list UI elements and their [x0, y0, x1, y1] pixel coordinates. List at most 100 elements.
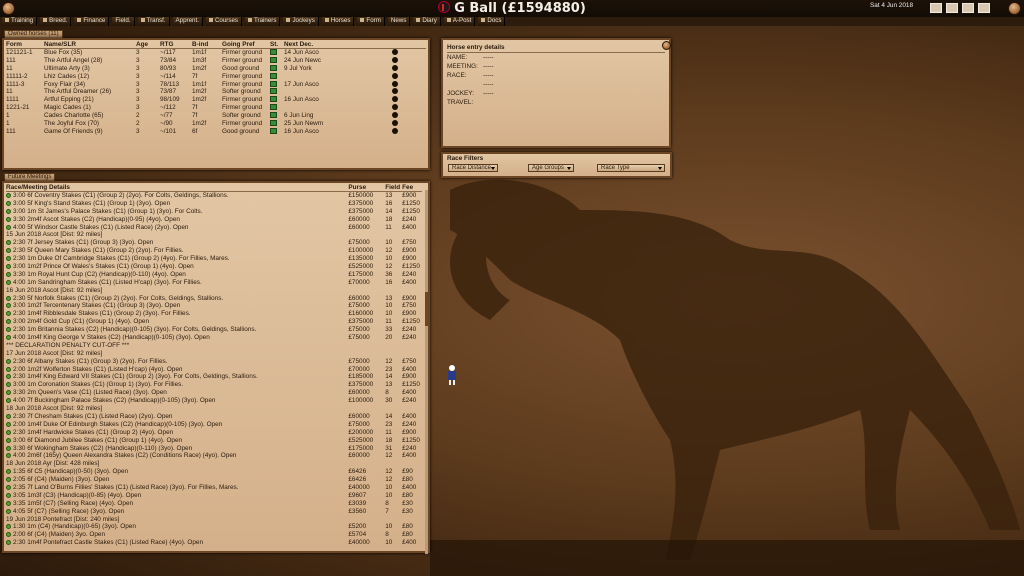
col-fee[interactable]: Fee	[402, 184, 422, 191]
nav-courses[interactable]: Courses	[205, 17, 242, 26]
age-groups-dropdown[interactable]: Age Groups	[528, 164, 574, 172]
enter-race-icon[interactable]	[6, 398, 11, 404]
race-row[interactable]: 3:00 1m2f Tercentenary Stakes (C1) (Grou…	[6, 302, 422, 310]
race-row[interactable]: 2:30 1m Britannia Stakes (C2) (Handicap)…	[6, 326, 422, 334]
silks-icon[interactable]	[392, 112, 398, 119]
race-row[interactable]: 4:00 1m Sandringham Stakes (C1) (Listed …	[6, 279, 422, 287]
enter-race-icon[interactable]	[6, 335, 11, 341]
tray-icon-4[interactable]	[978, 3, 990, 13]
owned-row[interactable]: 11 Ultimate Arty (3) 3 80/93 1m2f Good ground…	[6, 64, 426, 73]
race-row[interactable]: 3:00 6f Coventry Stakes (C1) (Group 2) (…	[6, 192, 422, 200]
enter-race-icon[interactable]	[6, 540, 11, 546]
race-row[interactable]: 3:00 1m Coronation Stakes (C1) (Group 1)…	[6, 381, 422, 389]
future-meetings-tab[interactable]: Future Meetings	[4, 173, 56, 181]
tray-icon-3[interactable]	[962, 3, 974, 13]
enter-race-icon[interactable]	[6, 358, 11, 364]
owned-row[interactable]: 1111-3 Foxy Flair (34) 3 78/113 1m1f Firmer g…	[6, 80, 426, 89]
race-row[interactable]: 2:30 7f Chesham Stakes (C1) (Listed Race…	[6, 413, 422, 421]
race-row[interactable]: 2:00 1m2f Wolferton Stakes (C1) (Listed …	[6, 366, 422, 374]
race-row[interactable]: 3:00 2m4f Gold Cup (C1) (Group 1) (4yo).…	[6, 318, 422, 326]
nav-field[interactable]: Field.	[112, 17, 135, 26]
nav-apost[interactable]: A-Post	[443, 17, 476, 26]
enter-race-icon[interactable]	[6, 366, 11, 372]
enter-race-icon[interactable]	[6, 224, 11, 230]
race-row[interactable]: 2:30 6f Albany Stakes (C1) (Group 3) (2y…	[6, 358, 422, 366]
race-row[interactable]: 2:30 1m4f Ribblesdale Stakes (C1) (Group…	[6, 310, 422, 318]
race-row[interactable]: 2:30 1m4f Hardwicke Stakes (C1) (Group 2…	[6, 429, 422, 437]
nav-apprent[interactable]: Apprent.	[172, 17, 203, 26]
nav-trainers[interactable]: Trainers	[244, 17, 281, 26]
col-field[interactable]: Field	[385, 184, 402, 191]
enter-race-icon[interactable]	[6, 477, 11, 483]
race-row[interactable]: 3:05 1m3f (C3) (Handicap)(0-85) (4yo). O…	[6, 492, 422, 500]
silks-icon[interactable]	[392, 64, 398, 71]
enter-race-icon[interactable]	[6, 216, 11, 222]
race-row[interactable]: 4:00 7f Buckingham Palace Stakes (C2) (H…	[6, 397, 422, 405]
nav-form[interactable]: Form	[357, 17, 385, 26]
col-age[interactable]: Age	[136, 41, 160, 48]
race-distance-dropdown[interactable]: Race Distance	[448, 164, 498, 172]
owned-row[interactable]: 121121-1 Blue Fox (35) 3 ~/117 1m1f Firmer gr…	[6, 49, 426, 57]
col-purse[interactable]: Purse	[348, 184, 385, 191]
enter-race-icon[interactable]	[6, 413, 11, 419]
race-row[interactable]: 1:35 6f C5 (Handicap)(0-50) (3yo). Open £…	[6, 468, 422, 476]
silks-icon[interactable]	[392, 127, 398, 134]
enter-race-icon[interactable]	[6, 303, 11, 309]
col-name[interactable]: Name/SLR	[44, 41, 136, 48]
close-entry-button[interactable]	[662, 41, 671, 50]
future-scrollbar[interactable]	[425, 190, 428, 554]
nav-finance[interactable]: Finance	[74, 17, 110, 26]
enter-race-icon[interactable]	[6, 524, 11, 530]
race-type-dropdown[interactable]: Race Type	[597, 164, 665, 172]
enter-race-icon[interactable]	[6, 508, 11, 514]
race-row[interactable]: 4:00 1m4f King George V Stakes (C2) (Han…	[6, 334, 422, 342]
race-row[interactable]: 3:00 1m2f Prince Of Wales's Stakes (C1) …	[6, 263, 422, 271]
nav-transf[interactable]: Transf.	[137, 17, 170, 26]
options-button[interactable]	[1008, 2, 1021, 15]
col-bind[interactable]: B-ind	[192, 41, 222, 48]
nav-breed[interactable]: Breed.	[40, 17, 72, 26]
race-row[interactable]: 1:30 1m (C4) (Handicap)(0-65) (3yo). Ope…	[6, 523, 422, 531]
silks-icon[interactable]	[392, 88, 398, 95]
col-rtg[interactable]: RTG	[160, 41, 192, 48]
tray-icon-1[interactable]	[930, 3, 942, 13]
col-going[interactable]: Going Pref	[222, 41, 270, 48]
owned-row[interactable]: 11111-2 Lhiz Cades (12) 3 ~/114 7f Firmer gro…	[6, 72, 426, 81]
owned-row[interactable]: 111 Game Of Friends (9) 3 ~/101 6f Good groun…	[6, 127, 426, 136]
owned-row[interactable]: 1221-21 Magic Cades (1) 3 ~/112 7f Firmer gro…	[6, 104, 426, 112]
col-nextdec[interactable]: Next Dec.	[284, 41, 404, 48]
silks-icon[interactable]	[392, 96, 398, 103]
nav-news[interactable]: News	[387, 17, 411, 26]
race-row[interactable]: 3:00 1m St James's Palace Stakes (C1) (G…	[6, 208, 422, 216]
enter-race-icon[interactable]	[6, 469, 11, 475]
enter-race-icon[interactable]	[6, 200, 11, 206]
race-row[interactable]: 3:30 6f Wokingham Stakes (C2) (Handicap)…	[6, 445, 422, 453]
enter-race-icon[interactable]	[6, 390, 11, 396]
enter-race-icon[interactable]	[6, 382, 11, 388]
owned-row[interactable]: 111 The Artful Angel (28) 3 73/84 1m3f Firmer…	[6, 56, 426, 65]
nav-docs[interactable]: Docs	[478, 17, 506, 26]
owned-row[interactable]: 1111 Artful Epping (21) 3 98/109 1m2f Firmer …	[6, 96, 426, 104]
enter-race-icon[interactable]	[6, 240, 11, 246]
tray-icon-2[interactable]	[946, 3, 958, 13]
race-row[interactable]: 2:05 6f (C4) (Maiden) (3yo). Open £6426 12…	[6, 476, 422, 484]
enter-race-icon[interactable]	[6, 492, 11, 498]
enter-race-icon[interactable]	[6, 193, 11, 198]
nav-diary[interactable]: Diary	[413, 17, 441, 26]
owned-row[interactable]: 1 The Joyful Fox (70) 2 ~/90 1m2f Firmer grou…	[6, 120, 426, 128]
enter-race-icon[interactable]	[6, 374, 11, 380]
scroll-thumb[interactable]	[425, 292, 428, 326]
race-row[interactable]: 4:05 5f (C7) (Selling Race) (3yo). Open £…	[6, 508, 422, 516]
race-row[interactable]: 2:00 1m4f Duke Of Edinburgh Stakes (C2) …	[6, 421, 422, 429]
col-race-details[interactable]: Race/Meeting Details	[6, 184, 348, 191]
enter-race-icon[interactable]	[6, 500, 11, 506]
nav-jockeys[interactable]: Jockeys	[283, 17, 319, 26]
enter-race-icon[interactable]	[6, 437, 11, 443]
enter-race-icon[interactable]	[6, 484, 11, 490]
race-row[interactable]: 2:30 1m Duke Of Cambridge Stakes (C1) (G…	[6, 255, 422, 263]
race-row[interactable]: 2:35 7f Land O'Burns Fillies' Stakes (C1…	[6, 484, 422, 492]
race-row[interactable]: 3:30 2m Queen's Vase (C1) (Listed Race) …	[6, 389, 422, 397]
silks-icon[interactable]	[392, 56, 398, 63]
nav-training[interactable]: Training	[2, 17, 38, 26]
race-row[interactable]: 2:30 5f Queen Mary Stakes (C1) (Group 2)…	[6, 247, 422, 255]
